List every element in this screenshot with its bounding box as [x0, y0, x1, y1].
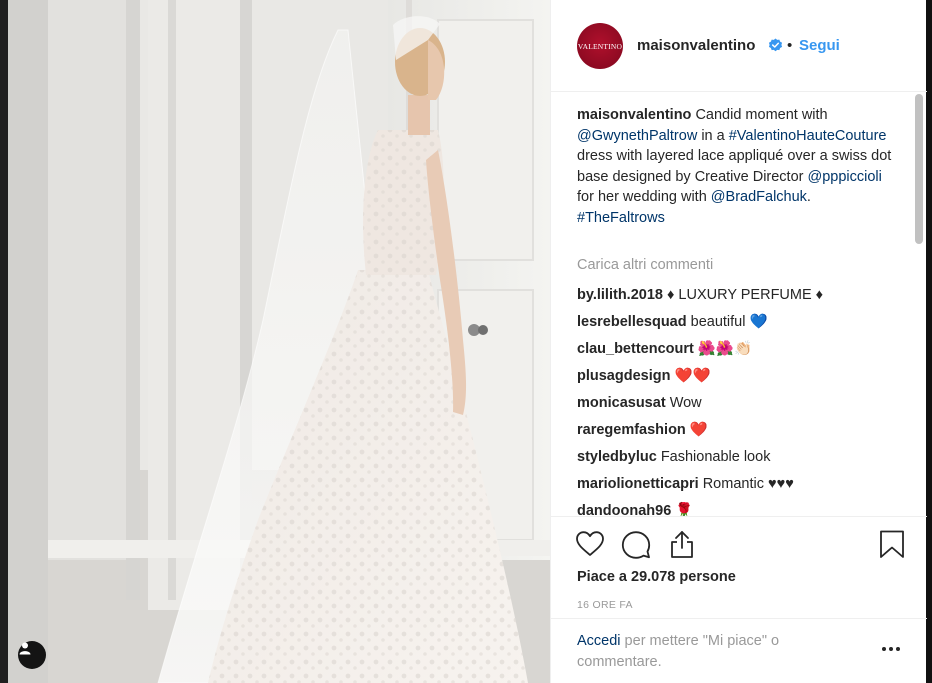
- comment-username[interactable]: dandoonah96: [577, 503, 671, 516]
- caption-text: Candid moment with: [691, 107, 828, 123]
- bookmark-icon[interactable]: [877, 529, 907, 559]
- login-prompt-text: Accedi per mettere "Mi piace" o commenta…: [577, 631, 847, 673]
- comment-item: raregemfashion ❤️: [577, 420, 907, 440]
- comment-item: by.lilith.2018 ♦ LUXURY PERFUME ♦: [577, 285, 907, 305]
- more-options-icon[interactable]: [881, 645, 901, 653]
- comment-item: mariolionetticapri Romantic ♥♥♥: [577, 474, 907, 494]
- caption-username[interactable]: maisonvalentino: [577, 107, 691, 123]
- comments-section[interactable]: maisonvalentino Candid moment with @Gwyn…: [551, 92, 927, 516]
- comment-text: ❤️❤️: [674, 368, 711, 384]
- hashtag-link[interactable]: #TheFaltrows: [577, 210, 665, 226]
- comment-username[interactable]: styledbyluc: [577, 449, 657, 465]
- caption-text: in a: [697, 127, 729, 144]
- comment-item: clau_bettencourt 🌺🌺👏🏻: [577, 339, 907, 359]
- avatar-logo-text: VALENTINO: [577, 41, 623, 51]
- load-more-comments-button[interactable]: Carica altri commenti: [577, 257, 713, 273]
- comment-item: styledbyluc Fashionable look: [577, 447, 907, 467]
- comment-item: dandoonah96 🌹: [577, 501, 907, 516]
- comment-item: lesrebellesquad beautiful 💙: [577, 312, 907, 332]
- follow-button[interactable]: Segui: [799, 37, 840, 54]
- verified-badge-icon: [768, 38, 783, 52]
- wedding-photo-illustration: [8, 0, 550, 683]
- comments-scrollbar-thumb[interactable]: [915, 94, 923, 244]
- caption-text: .: [806, 189, 811, 205]
- comment-text: 🌺🌺👏🏻: [697, 341, 753, 357]
- comment-item: monicasusat Wow: [577, 393, 907, 413]
- profile-avatar[interactable]: VALENTINO: [577, 23, 623, 69]
- comment-text: 🌹: [675, 503, 694, 516]
- backdrop-left: [0, 0, 8, 683]
- comment-text: ❤️: [689, 422, 708, 438]
- comment-text: Romantic ♥♥♥: [702, 476, 794, 492]
- comment-username[interactable]: by.lilith.2018: [577, 287, 663, 303]
- comment-username[interactable]: mariolionetticapri: [577, 476, 699, 492]
- comment-text: Fashionable look: [660, 449, 771, 465]
- action-bar: Piace a 29.078 persone 16 ORE FA: [551, 516, 927, 626]
- post-timestamp: 16 ORE FA: [577, 599, 633, 611]
- heart-icon[interactable]: [575, 529, 605, 559]
- comment-text: ♦ LUXURY PERFUME ♦: [667, 287, 824, 303]
- share-icon[interactable]: [667, 529, 697, 559]
- mention-link[interactable]: @BradFalchuk: [711, 189, 807, 205]
- login-prompt: Accedi per mettere "Mi piace" o commenta…: [551, 618, 927, 683]
- post-photo[interactable]: [8, 0, 550, 683]
- post-header: VALENTINO maisonvalentino • Segui: [551, 0, 927, 92]
- comment-text: Wow: [669, 395, 702, 411]
- user-tag-button[interactable]: [18, 641, 46, 669]
- header-separator: •: [787, 37, 793, 54]
- comment-username[interactable]: plusagdesign: [577, 368, 670, 384]
- post-caption: maisonvalentino Candid moment with @Gwyn…: [577, 105, 902, 228]
- likes-count[interactable]: Piace a 29.078 persone: [577, 569, 736, 585]
- person-icon: [19, 642, 31, 655]
- caption-text: for her wedding with: [577, 189, 711, 205]
- comment-text: beautiful 💙: [690, 314, 768, 330]
- header-username[interactable]: maisonvalentino: [637, 37, 755, 54]
- comment-username[interactable]: lesrebellesquad: [577, 314, 687, 330]
- login-link[interactable]: Accedi: [577, 633, 621, 649]
- comment-icon[interactable]: [621, 529, 651, 559]
- comment-username[interactable]: raregemfashion: [577, 422, 686, 438]
- comment-username[interactable]: clau_bettencourt: [577, 341, 694, 357]
- post-side-panel: VALENTINO maisonvalentino • Segui maison…: [550, 0, 927, 683]
- comment-item: plusagdesign ❤️❤️: [577, 366, 907, 386]
- mention-link[interactable]: @pppiccioli: [808, 169, 882, 185]
- comment-username[interactable]: monicasusat: [577, 395, 666, 411]
- hashtag-link[interactable]: #ValentinoHauteCouture: [729, 128, 887, 144]
- mention-link[interactable]: @GwynethPaltrow: [577, 128, 697, 144]
